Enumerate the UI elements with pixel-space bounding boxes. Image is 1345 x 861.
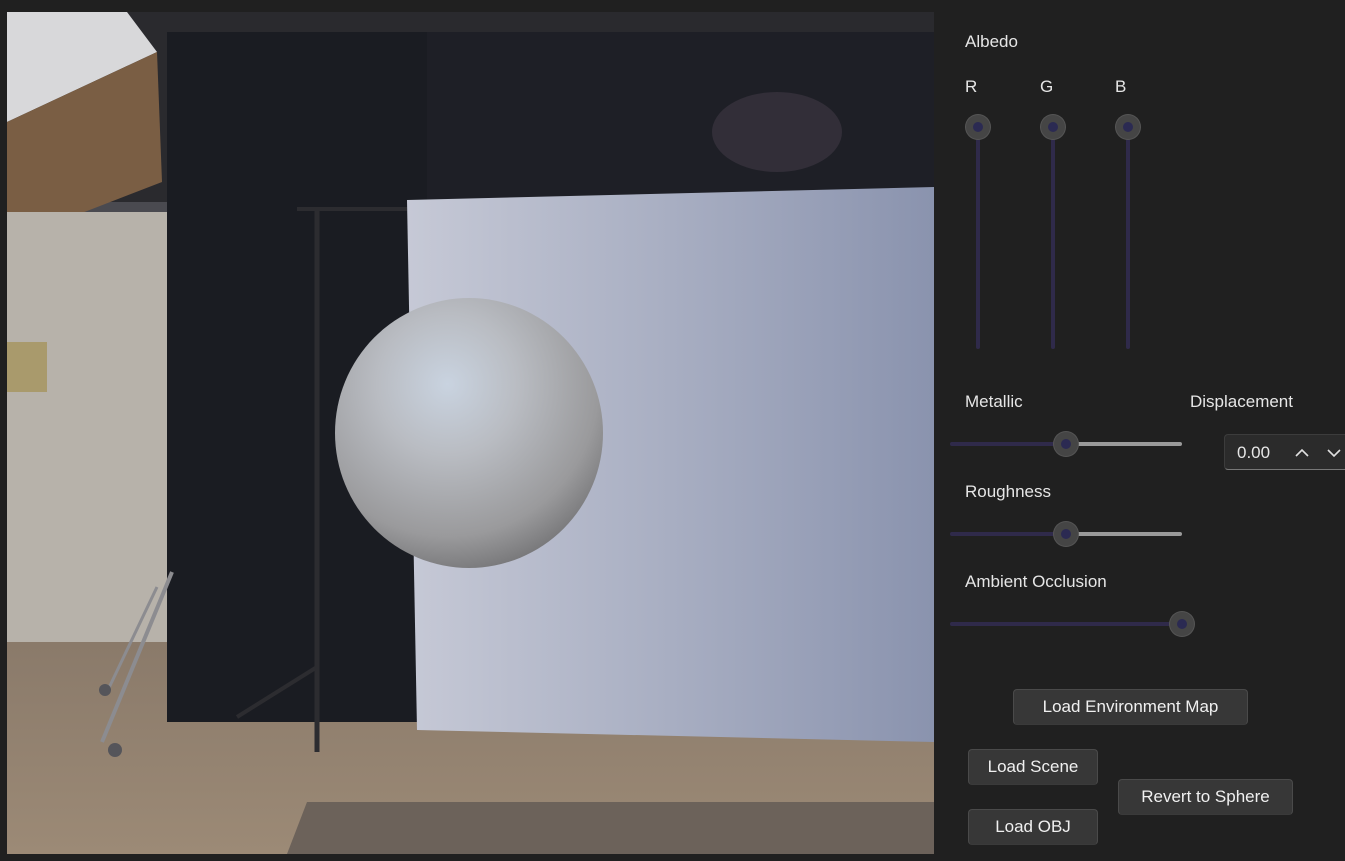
- sphere-model: [335, 298, 603, 568]
- ambient-occlusion-slider-track[interactable]: [950, 622, 1182, 626]
- chevron-down-icon[interactable]: [1319, 435, 1345, 471]
- metallic-label: Metallic: [965, 392, 1023, 411]
- displacement-label: Displacement: [1190, 392, 1293, 411]
- albedo-g-slider-track[interactable]: [1051, 127, 1055, 349]
- displacement-value[interactable]: 0.00: [1237, 443, 1270, 463]
- load-obj-button[interactable]: Load OBJ: [968, 809, 1098, 845]
- roughness-label: Roughness: [965, 482, 1052, 501]
- albedo-b-label: B: [1115, 77, 1127, 96]
- roughness-slider-thumb[interactable]: [1054, 522, 1078, 546]
- render-viewport[interactable]: [7, 12, 934, 854]
- albedo-g-label: G: [1040, 77, 1054, 96]
- albedo-g-slider-thumb[interactable]: [1041, 115, 1065, 139]
- albedo-r-label: R: [965, 77, 978, 96]
- albedo-b-slider-thumb[interactable]: [1116, 115, 1140, 139]
- revert-to-sphere-button[interactable]: Revert to Sphere: [1118, 779, 1293, 815]
- scene-render: [7, 12, 934, 854]
- chevron-up-icon[interactable]: [1287, 435, 1317, 471]
- metallic-slider-thumb[interactable]: [1054, 432, 1078, 456]
- albedo-label: Albedo: [965, 32, 1018, 51]
- albedo-r-slider-thumb[interactable]: [966, 115, 990, 139]
- displacement-number-box[interactable]: 0.00: [1224, 434, 1345, 470]
- load-environment-map-button[interactable]: Load Environment Map: [1013, 689, 1248, 725]
- ambient-occlusion-slider-thumb[interactable]: [1170, 612, 1194, 636]
- albedo-r-slider-track[interactable]: [976, 127, 980, 349]
- load-scene-button[interactable]: Load Scene: [968, 749, 1098, 785]
- ambient-occlusion-label: Ambient Occlusion: [965, 572, 1107, 591]
- albedo-b-slider-track[interactable]: [1126, 127, 1130, 349]
